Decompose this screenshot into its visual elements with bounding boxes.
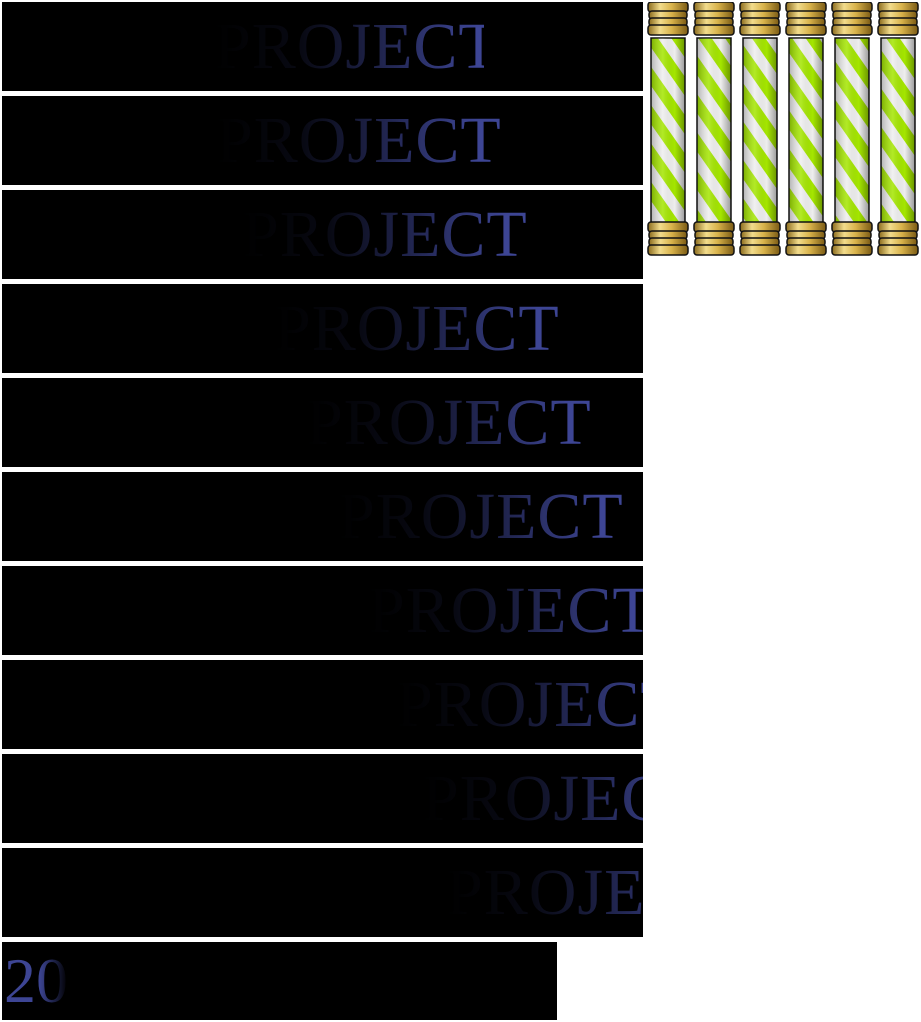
- small-title-text: 20: [4, 945, 68, 1016]
- title-text: PROJECT: [214, 9, 484, 83]
- title-text: PROJECT: [422, 761, 643, 835]
- pillar-6: [877, 2, 919, 256]
- title-text: PROJECT: [368, 573, 643, 647]
- title-frame-10: PROJECT: [2, 848, 643, 937]
- pillar-1: [647, 2, 689, 256]
- title-text: PROJECT: [338, 479, 624, 553]
- title-text: PROJECT: [216, 103, 502, 177]
- title-frame-9: PROJECT: [2, 754, 643, 843]
- pillar-sprites: [647, 2, 919, 256]
- title-text: PROJECT: [274, 291, 560, 365]
- title-text: PROJECT: [446, 855, 643, 929]
- title-frame-7: PROJECT: [2, 566, 643, 655]
- title-frame-6: PROJECT: [2, 472, 643, 561]
- pillar-5: [831, 2, 873, 256]
- small-title-frame: 20: [2, 942, 557, 1020]
- title-text: PROJECT: [306, 385, 592, 459]
- title-frame-8: PROJECT: [2, 660, 643, 749]
- pillar-3: [739, 2, 781, 256]
- pillar-row: [646, 2, 920, 260]
- title-text: PROJECT: [242, 197, 528, 271]
- title-frame-3: PROJECT: [2, 190, 643, 279]
- pillar-2: [693, 2, 735, 256]
- pillar-4: [785, 2, 827, 256]
- title-frame-1: PROJECT: [2, 2, 643, 91]
- title-frame-4: PROJECT: [2, 284, 643, 373]
- title-frame-2: PROJECT: [2, 96, 643, 185]
- title-frame-5: PROJECT: [2, 378, 643, 467]
- title-text: PROJECT: [396, 667, 643, 741]
